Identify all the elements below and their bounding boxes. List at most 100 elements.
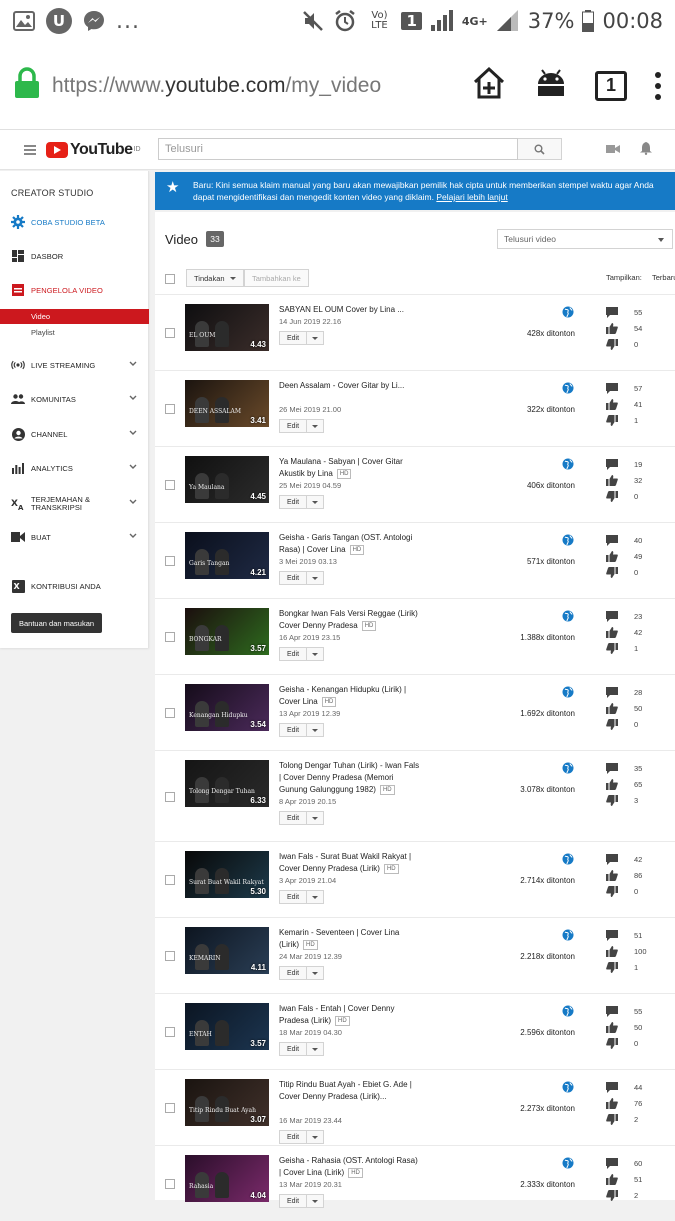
edit-dropdown-button[interactable] <box>307 811 325 825</box>
edit-button-group[interactable]: Edit <box>279 1194 325 1208</box>
sidebar-item-analytics[interactable]: ANALYTICS <box>0 458 149 478</box>
video-title[interactable]: Ya Maulana - Sabyan | Cover Gitar Akusti… <box>279 456 421 480</box>
video-row[interactable]: ENTAH 3.57 Iwan Fals - Entah | Cover Den… <box>155 993 675 1069</box>
comment-icon[interactable] <box>606 307 618 318</box>
edit-button-group[interactable]: Edit <box>279 495 325 509</box>
edit-button[interactable]: Edit <box>279 571 308 585</box>
android-icon[interactable] <box>535 67 567 104</box>
edit-button[interactable]: Edit <box>279 811 308 825</box>
video-row[interactable]: Kenangan Hidupku 3.54 Geisha - Kenangan … <box>155 674 675 750</box>
sidebar-item-dashboard[interactable]: DASBOR <box>0 246 149 266</box>
row-checkbox[interactable] <box>165 328 175 338</box>
comment-icon[interactable] <box>606 611 618 622</box>
tab-switcher-button[interactable]: 1 <box>595 70 627 101</box>
edit-button-group[interactable]: Edit <box>279 419 325 433</box>
thumbs-up-icon[interactable] <box>606 1022 618 1033</box>
edit-button-group[interactable]: Edit <box>279 966 325 980</box>
add-to-button[interactable]: Tambahkan ke <box>244 269 309 287</box>
thumbs-down-icon[interactable] <box>606 962 618 973</box>
video-row[interactable]: DEEN ASSALAM 3.41 Deen Assalam - Cover G… <box>155 370 675 446</box>
public-globe-icon[interactable] <box>562 686 574 698</box>
thumbs-down-icon[interactable] <box>606 567 618 578</box>
video-thumbnail[interactable]: KEMARIN 4.11 <box>185 927 269 974</box>
public-globe-icon[interactable] <box>562 1081 574 1093</box>
comment-icon[interactable] <box>606 687 618 698</box>
sidebar-item-translation[interactable]: XA TERJEMAHAN & TRANSKRIPSI <box>0 493 149 515</box>
thumbs-up-icon[interactable] <box>606 779 618 790</box>
upload-camera-icon[interactable] <box>606 142 620 160</box>
thumbs-up-icon[interactable] <box>606 323 618 334</box>
edit-button-group[interactable]: Edit <box>279 1042 325 1056</box>
public-globe-icon[interactable] <box>562 458 574 470</box>
edit-dropdown-button[interactable] <box>307 1194 325 1208</box>
video-thumbnail[interactable]: Kenangan Hidupku 3.54 <box>185 684 269 731</box>
sidebar-item-live-streaming[interactable]: LIVE STREAMING <box>0 355 149 375</box>
home-icon[interactable] <box>471 65 507 106</box>
edit-dropdown-button[interactable] <box>307 966 325 980</box>
comment-icon[interactable] <box>606 763 618 774</box>
video-title[interactable]: Iwan Fals - Entah | Cover Denny Pradesa … <box>279 1003 421 1027</box>
video-thumbnail[interactable]: Surat Buat Wakil Rakyat 5.30 <box>185 851 269 898</box>
comment-icon[interactable] <box>606 1158 618 1169</box>
comment-icon[interactable] <box>606 1006 618 1017</box>
video-row[interactable]: Surat Buat Wakil Rakyat 5.30 Iwan Fals -… <box>155 841 675 917</box>
thumbs-down-icon[interactable] <box>606 719 618 730</box>
thumbs-up-icon[interactable] <box>606 551 618 562</box>
notification-bell-icon[interactable] <box>640 142 652 160</box>
thumbs-down-icon[interactable] <box>606 643 618 654</box>
public-globe-icon[interactable] <box>562 1157 574 1169</box>
search-input[interactable]: Telusuri <box>158 138 518 160</box>
video-thumbnail[interactable]: Tolong Dengar Tuhan 6.33 <box>185 760 269 807</box>
sidebar-item-contribution[interactable]: X KONTRIBUSI ANDA <box>0 576 149 596</box>
edit-button-group[interactable]: Edit <box>279 723 325 737</box>
thumbs-up-icon[interactable] <box>606 946 618 957</box>
thumbs-down-icon[interactable] <box>606 1114 618 1125</box>
video-row[interactable]: Rahasia 4.04 Geisha - Rahasia (OST. Anto… <box>155 1145 675 1221</box>
sidebar-item-video-manager[interactable]: PENGELOLA VIDEO <box>0 280 149 300</box>
hamburger-menu-icon[interactable] <box>24 144 36 155</box>
thumbs-down-icon[interactable] <box>606 1038 618 1049</box>
edit-dropdown-button[interactable] <box>307 495 325 509</box>
video-thumbnail[interactable]: ENTAH 3.57 <box>185 1003 269 1050</box>
video-row[interactable]: Ya Maulana 4.45 Ya Maulana - Sabyan | Co… <box>155 446 675 522</box>
edit-button[interactable]: Edit <box>279 1130 308 1144</box>
video-thumbnail[interactable]: EL OUM 4.43 <box>185 304 269 351</box>
learn-more-link[interactable]: Pelajari lebih lanjut <box>436 192 507 202</box>
thumbs-up-icon[interactable] <box>606 1098 618 1109</box>
video-title[interactable]: Tolong Dengar Tuhan (Lirik) - Iwan Fals … <box>279 760 421 796</box>
thumbs-up-icon[interactable] <box>606 870 618 881</box>
sidebar-item-studio-beta[interactable]: COBA STUDIO BETA <box>0 212 149 232</box>
thumbs-down-icon[interactable] <box>606 415 618 426</box>
lock-icon[interactable] <box>14 67 40 104</box>
edit-button[interactable]: Edit <box>279 966 308 980</box>
video-thumbnail[interactable]: Ya Maulana 4.45 <box>185 456 269 503</box>
public-globe-icon[interactable] <box>562 534 574 546</box>
sort-dropdown[interactable]: Terbaru <box>652 273 675 282</box>
video-title[interactable]: Deen Assalam - Cover Gitar by Li... <box>279 380 421 392</box>
video-row[interactable]: KEMARIN 4.11 Kemarin - Seventeen | Cover… <box>155 917 675 993</box>
select-all-checkbox[interactable] <box>165 274 175 284</box>
sidebar-item-create[interactable]: BUAT <box>0 527 149 547</box>
edit-button[interactable]: Edit <box>279 1042 308 1056</box>
thumbs-down-icon[interactable] <box>606 886 618 897</box>
menu-kebab-icon[interactable] <box>655 71 661 100</box>
row-checkbox[interactable] <box>165 1027 175 1037</box>
video-title[interactable]: Titip Rindu Buat Ayah - Ebiet G. Ade | C… <box>279 1079 421 1103</box>
video-row[interactable]: Garis Tangan 4.21 Geisha - Garis Tangan … <box>155 522 675 598</box>
row-checkbox[interactable] <box>165 556 175 566</box>
search-button[interactable] <box>518 138 562 160</box>
video-title[interactable]: Geisha - Kenangan Hidupku (Lirik) | Cove… <box>279 684 421 708</box>
thumbs-up-icon[interactable] <box>606 703 618 714</box>
thumbs-down-icon[interactable] <box>606 339 618 350</box>
edit-dropdown-button[interactable] <box>307 723 325 737</box>
video-title[interactable]: Iwan Fals - Surat Buat Wakil Rakyat | Co… <box>279 851 421 875</box>
comment-icon[interactable] <box>606 383 618 394</box>
comment-icon[interactable] <box>606 1082 618 1093</box>
public-globe-icon[interactable] <box>562 929 574 941</box>
row-checkbox[interactable] <box>165 404 175 414</box>
edit-button-group[interactable]: Edit <box>279 647 325 661</box>
video-title[interactable]: Geisha - Garis Tangan (OST. Antologi Ras… <box>279 532 421 556</box>
url-field[interactable]: https://www.youtube.com/my_video <box>52 74 382 98</box>
edit-button[interactable]: Edit <box>279 419 308 433</box>
thumbs-down-icon[interactable] <box>606 1190 618 1201</box>
